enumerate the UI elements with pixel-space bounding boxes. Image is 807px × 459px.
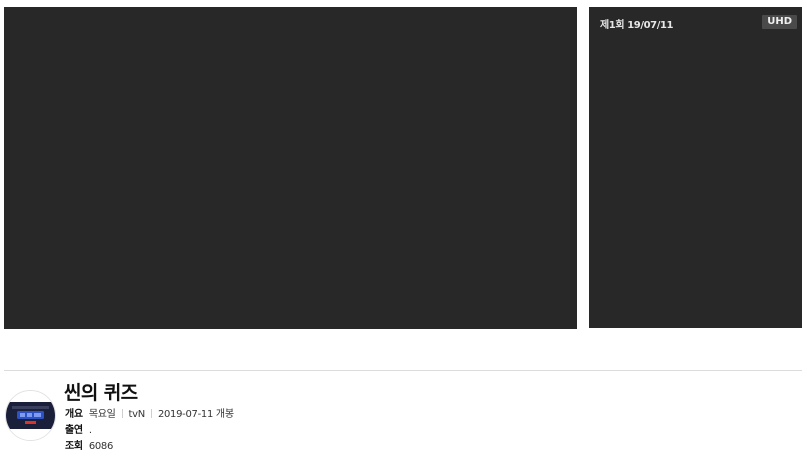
release-date: 2019-07-11 개봉 [157, 409, 234, 420]
program-title: 씬의 퀴즈 [64, 382, 138, 404]
views-row: 조회 6086 [65, 439, 113, 455]
cast-value: . [88, 425, 92, 436]
video-player[interactable] [4, 7, 577, 329]
section-divider [4, 370, 802, 371]
uhd-badge: UHD [762, 15, 797, 29]
separator [150, 409, 152, 418]
views-label: 조회 [65, 441, 83, 452]
episode-label: 제1회 19/07/11 [600, 20, 674, 31]
episode-playlist: 제1회 19/07/11 UHD [589, 7, 802, 328]
program-logo-icon [6, 391, 55, 440]
views-count: 6086 [88, 441, 114, 452]
overview-label: 개요 [65, 409, 83, 420]
broadcast-day: 목요일 [88, 409, 116, 420]
cast-label: 출연 [65, 425, 83, 436]
episode-item[interactable]: 제1회 19/07/11 UHD [589, 7, 802, 37]
separator [121, 409, 123, 418]
channel-name: tvN [128, 409, 146, 420]
program-avatar[interactable] [5, 390, 56, 441]
cast-row: 출연. [65, 423, 92, 439]
overview-row: 개요 목요일 tvN 2019-07-11 개봉 [65, 407, 234, 423]
